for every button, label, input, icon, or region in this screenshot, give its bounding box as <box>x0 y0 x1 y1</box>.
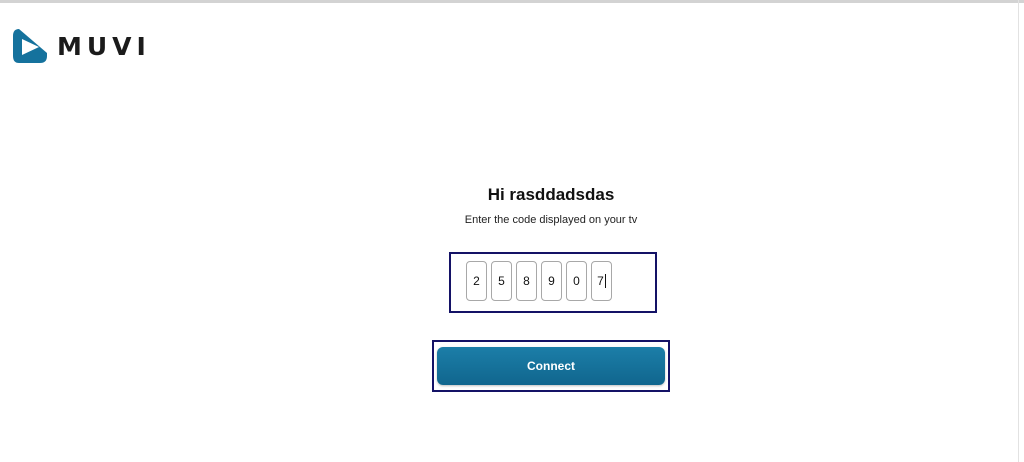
code-digit-3-value: 8 <box>523 274 530 288</box>
code-digit-4-value: 9 <box>548 274 555 288</box>
text-caret <box>604 274 606 288</box>
instruction-text: Enter the code displayed on your tv <box>464 214 638 226</box>
code-input-group: 2 5 8 9 0 7 <box>449 252 657 313</box>
code-digit-1[interactable]: 2 <box>466 261 487 301</box>
page-title: Hi rasddadsdas <box>487 185 615 204</box>
code-digit-3[interactable]: 8 <box>516 261 537 301</box>
right-border <box>1018 0 1019 462</box>
code-digit-2-value: 5 <box>498 274 505 288</box>
code-digit-2[interactable]: 5 <box>491 261 512 301</box>
code-digit-5[interactable]: 0 <box>566 261 587 301</box>
code-digit-4[interactable]: 9 <box>541 261 562 301</box>
connect-button-highlight: Connect <box>432 340 670 392</box>
code-input-row: 2 5 8 9 0 7 <box>466 261 612 301</box>
code-digit-6-value: 7 <box>597 274 604 288</box>
brand-logo[interactable]: MUVI <box>11 26 151 66</box>
code-digit-1-value: 2 <box>473 274 480 288</box>
code-digit-5-value: 0 <box>573 274 580 288</box>
tv-activation-page: MUVI Hi rasddadsdas Enter the code displ… <box>0 0 1024 462</box>
top-border <box>0 0 1024 3</box>
connect-button[interactable]: Connect <box>437 347 665 385</box>
code-digit-6[interactable]: 7 <box>591 261 612 301</box>
muvi-logo-icon <box>13 29 47 63</box>
brand-name: MUVI <box>57 31 151 61</box>
